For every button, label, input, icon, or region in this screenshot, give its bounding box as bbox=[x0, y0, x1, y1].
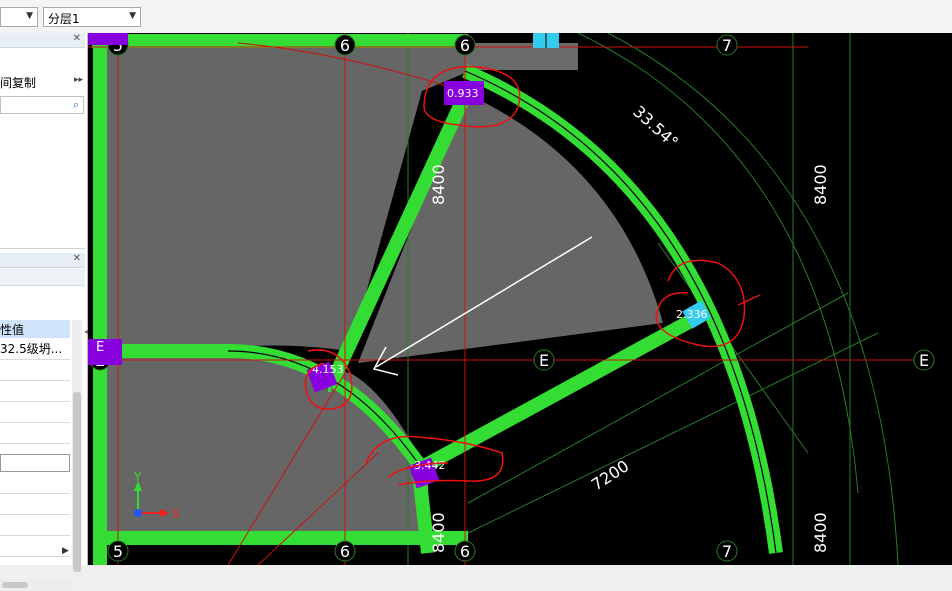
grid-line bbox=[0, 493, 70, 494]
grid-line bbox=[0, 556, 70, 557]
property-column-title: 性值 bbox=[0, 323, 25, 337]
column-purple[interactable] bbox=[88, 339, 122, 365]
grid-line bbox=[0, 359, 70, 360]
column-purple[interactable] bbox=[88, 33, 128, 45]
copy-between-floors-item[interactable]: 间复制 bbox=[0, 74, 36, 91]
search-input[interactable]: ⌕ bbox=[0, 96, 84, 114]
axis-label: 6 bbox=[340, 542, 350, 561]
dim-8400: 8400 bbox=[811, 512, 830, 553]
ucs-y-label: Y bbox=[133, 470, 142, 484]
axis-label: 6 bbox=[460, 36, 470, 55]
left-pane: ✕ 间复制 ▸▸ ⌕ ✕ 性值 32.5级坍... ▶ ◀ bbox=[0, 33, 90, 591]
nav-panel-header: ✕ bbox=[0, 33, 85, 48]
close-icon[interactable]: ✕ bbox=[73, 33, 81, 44]
property-edit-field[interactable] bbox=[0, 454, 70, 472]
grid-line bbox=[0, 422, 70, 423]
dim-8400: 8400 bbox=[429, 164, 448, 205]
scrollbar-thumb[interactable] bbox=[2, 582, 28, 588]
ucs-x-label: X bbox=[172, 507, 180, 521]
grid-line bbox=[0, 380, 70, 381]
horizontal-scrollbar[interactable] bbox=[0, 579, 72, 591]
axis-label: E bbox=[919, 351, 929, 370]
axis-label: 6 bbox=[460, 542, 470, 561]
axis-label: E bbox=[539, 351, 549, 370]
grid-line bbox=[0, 535, 70, 536]
axis-label: 7 bbox=[722, 542, 732, 561]
elevation-right: 2.336 bbox=[676, 308, 708, 321]
vertical-scrollbar[interactable] bbox=[72, 320, 82, 576]
dim-8400: 8400 bbox=[811, 164, 830, 205]
close-icon[interactable]: ✕ bbox=[73, 253, 81, 264]
dim-7200: 7200 bbox=[588, 456, 632, 494]
dim-angle: 33.54° bbox=[629, 102, 682, 152]
scrollbar-thumb[interactable] bbox=[73, 392, 81, 572]
axis-label: 7 bbox=[722, 36, 732, 55]
scroll-right-icon[interactable]: ▶ bbox=[62, 546, 69, 556]
elevation-top: 0.933 bbox=[447, 87, 479, 100]
axis-label: 5 bbox=[113, 542, 123, 561]
column-label: E bbox=[96, 340, 104, 355]
chevron-down-icon[interactable]: ▼ bbox=[26, 11, 33, 21]
toolbar: ▼ 分层1 ▼ bbox=[0, 0, 952, 34]
expand-arrow-icon[interactable]: ▸▸ bbox=[74, 75, 83, 85]
property-column-header: 性值 bbox=[0, 320, 70, 338]
property-value-concrete[interactable]: 32.5级坍... bbox=[0, 340, 62, 357]
grid-line bbox=[0, 514, 70, 515]
layer-select-value: 分层1 bbox=[48, 12, 80, 26]
search-icon[interactable]: ⌕ bbox=[73, 98, 79, 112]
property-panel-header: ✕ bbox=[0, 253, 85, 268]
floor-select[interactable]: ▼ bbox=[0, 7, 38, 27]
layer-select[interactable]: 分层1 ▼ bbox=[43, 7, 141, 27]
grid-line bbox=[0, 443, 70, 444]
property-toolbar bbox=[0, 269, 85, 286]
dim-8400: 8400 bbox=[429, 512, 448, 553]
axis-label: 6 bbox=[340, 36, 350, 55]
drawing-canvas[interactable]: 5 6 6 7 5 6 6 7 E E E E 0.933 2.336 4.15… bbox=[88, 33, 952, 565]
grid-line bbox=[0, 401, 70, 402]
cad-drawing[interactable]: 5 6 6 7 5 6 6 7 E E E E 0.933 2.336 4.15… bbox=[88, 33, 952, 565]
divider bbox=[0, 248, 85, 249]
chevron-down-icon[interactable]: ▼ bbox=[129, 11, 136, 21]
